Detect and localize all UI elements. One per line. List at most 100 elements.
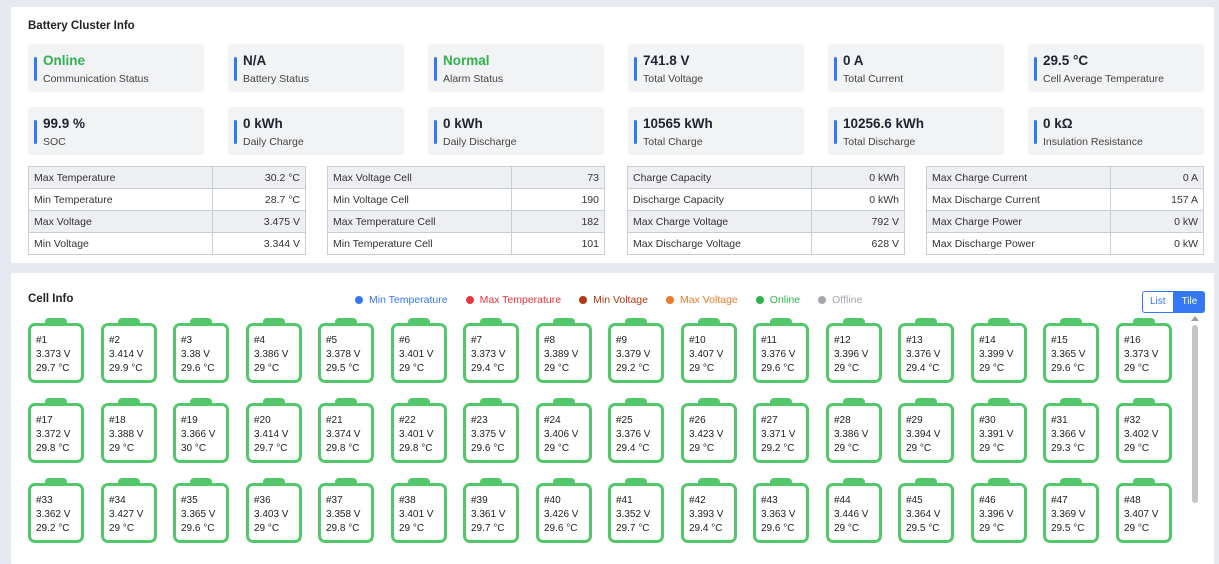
table-label: Max Voltage <box>28 210 213 233</box>
cell-number: #16 <box>1124 335 1141 346</box>
battery-cell-tile[interactable]: #40 3.426 V 29.6 °C <box>536 478 592 543</box>
stat-accent-bar <box>634 57 637 81</box>
table-row: Max Temperature 30.2 °C <box>28 166 306 189</box>
battery-cell-tile[interactable]: #44 3.446 V 29 °C <box>826 478 882 543</box>
stat-accent-bar <box>634 120 637 144</box>
table-label: Max Charge Voltage <box>627 210 812 233</box>
cell-number: #8 <box>544 335 556 346</box>
battery-cell-tile[interactable]: #21 3.374 V 29.8 °C <box>318 398 374 463</box>
table-label: Charge Capacity <box>627 166 812 189</box>
battery-terminal-icon <box>190 478 212 484</box>
battery-cell-tile[interactable]: #35 3.365 V 29.6 °C <box>173 478 229 543</box>
battery-cell-tile[interactable]: #6 3.401 V 29 °C <box>391 318 447 383</box>
cell-number: #15 <box>1051 335 1068 346</box>
stat-label: Alarm Status <box>443 73 504 85</box>
table-value: 0 kW <box>1110 232 1204 255</box>
battery-cell-tile[interactable]: #23 3.375 V 29.6 °C <box>463 398 519 463</box>
battery-cell-tile[interactable]: #29 3.394 V 29 °C <box>898 398 954 463</box>
battery-cell-tile[interactable]: #31 3.366 V 29.3 °C <box>1043 398 1099 463</box>
battery-cell-tile[interactable]: #4 3.386 V 29 °C <box>246 318 302 383</box>
scrollbar-thumb[interactable] <box>1192 325 1198 503</box>
table-label: Max Discharge Current <box>926 188 1111 211</box>
battery-cell-tile[interactable]: #14 3.399 V 29 °C <box>971 318 1027 383</box>
cell-temperature: 29.6 °C <box>761 523 795 534</box>
battery-cell-tile[interactable]: #13 3.376 V 29.4 °C <box>898 318 954 383</box>
battery-cell-tile[interactable]: #32 3.402 V 29 °C <box>1116 398 1172 463</box>
stat-label: Daily Charge <box>243 136 304 148</box>
battery-cell-tile[interactable]: #26 3.423 V 29 °C <box>681 398 737 463</box>
scroll-up-arrow-icon[interactable] <box>1191 316 1199 321</box>
stat-accent-bar <box>1034 57 1037 81</box>
battery-terminal-icon <box>45 398 67 404</box>
battery-cell-tile[interactable]: #2 3.414 V 29.9 °C <box>101 318 157 383</box>
cell-temperature: 29.6 °C <box>544 523 578 534</box>
table-value: 628 V <box>811 232 905 255</box>
battery-terminal-icon <box>553 318 575 324</box>
cell-number: #14 <box>979 335 996 346</box>
battery-cell-tile[interactable]: #33 3.362 V 29.2 °C <box>28 478 84 543</box>
battery-cell-tile[interactable]: #9 3.379 V 29.2 °C <box>608 318 664 383</box>
battery-terminal-icon <box>408 318 430 324</box>
cell-voltage: 3.414 V <box>109 349 144 360</box>
stat-accent-bar <box>34 120 37 144</box>
battery-cell-tile[interactable]: #15 3.365 V 29.6 °C <box>1043 318 1099 383</box>
cell-info-title: Cell Info <box>28 293 74 305</box>
battery-cell-tile[interactable]: #7 3.373 V 29.4 °C <box>463 318 519 383</box>
cell-number: #45 <box>906 495 923 506</box>
battery-terminal-icon <box>1133 318 1155 324</box>
battery-terminal-icon <box>698 318 720 324</box>
battery-cell-tile[interactable]: #30 3.391 V 29 °C <box>971 398 1027 463</box>
cell-temperature: 29.6 °C <box>181 523 215 534</box>
battery-cell-tile[interactable]: #39 3.361 V 29.7 °C <box>463 478 519 543</box>
battery-cell-tile[interactable]: #48 3.407 V 29 °C <box>1116 478 1172 543</box>
battery-cell-tile[interactable]: #37 3.358 V 29.8 °C <box>318 478 374 543</box>
battery-cell-tile[interactable]: #42 3.393 V 29.4 °C <box>681 478 737 543</box>
battery-cell-tile[interactable]: #3 3.38 V 29.6 °C <box>173 318 229 383</box>
battery-cell-tile[interactable]: #16 3.373 V 29 °C <box>1116 318 1172 383</box>
cell-temperature: 29 °C <box>399 523 425 534</box>
battery-cell-tile[interactable]: #22 3.401 V 29.8 °C <box>391 398 447 463</box>
cell-temperature: 29 °C <box>834 363 860 374</box>
battery-cell-tile[interactable]: #27 3.371 V 29.2 °C <box>753 398 809 463</box>
battery-terminal-icon <box>118 398 140 404</box>
battery-cell-tile[interactable]: #8 3.389 V 29 °C <box>536 318 592 383</box>
cell-number: #33 <box>36 495 53 506</box>
battery-cell-tile[interactable]: #5 3.378 V 29.5 °C <box>318 318 374 383</box>
battery-cell-tile[interactable]: #19 3.366 V 30 °C <box>173 398 229 463</box>
battery-cell-tile[interactable]: #17 3.372 V 29.8 °C <box>28 398 84 463</box>
battery-cell-tile[interactable]: #20 3.414 V 29.7 °C <box>246 398 302 463</box>
cell-temperature: 29.5 °C <box>906 523 940 534</box>
battery-cell-tile[interactable]: #1 3.373 V 29.7 °C <box>28 318 84 383</box>
stat-card: N/A Battery Status <box>228 44 404 92</box>
tile-view-button[interactable]: Tile <box>1173 291 1206 313</box>
battery-cell-tile[interactable]: #24 3.406 V 29 °C <box>536 398 592 463</box>
battery-cell-tile[interactable]: #34 3.427 V 29 °C <box>101 478 157 543</box>
battery-cell-tile[interactable]: #45 3.364 V 29.5 °C <box>898 478 954 543</box>
battery-cell-tile[interactable]: #12 3.396 V 29 °C <box>826 318 882 383</box>
battery-cell-tile[interactable]: #28 3.386 V 29 °C <box>826 398 882 463</box>
cell-temperature: 29.8 °C <box>326 523 360 534</box>
battery-cell-tile[interactable]: #18 3.388 V 29 °C <box>101 398 157 463</box>
battery-cell-tile[interactable]: #47 3.369 V 29.5 °C <box>1043 478 1099 543</box>
battery-cell-tile[interactable]: #38 3.401 V 29 °C <box>391 478 447 543</box>
battery-terminal-icon <box>625 318 647 324</box>
stat-value: 99.9 % <box>43 116 86 131</box>
legend-item: Min Temperature <box>355 294 448 306</box>
cell-temperature: 29 °C <box>1124 443 1150 454</box>
battery-cell-tile[interactable]: #41 3.352 V 29.7 °C <box>608 478 664 543</box>
table-row: Min Temperature Cell 101 <box>327 232 605 255</box>
battery-cell-tile[interactable]: #10 3.407 V 29 °C <box>681 318 737 383</box>
cell-temperature: 29.2 °C <box>616 363 650 374</box>
battery-cell-tile[interactable]: #25 3.376 V 29.4 °C <box>608 398 664 463</box>
cell-voltage: 3.363 V <box>761 509 796 520</box>
battery-cell-tile[interactable]: #36 3.403 V 29 °C <box>246 478 302 543</box>
battery-cell-tile[interactable]: #43 3.363 V 29.6 °C <box>753 478 809 543</box>
list-view-button[interactable]: List <box>1142 291 1174 313</box>
cell-temperature: 29.8 °C <box>36 443 70 454</box>
battery-cell-tile[interactable]: #46 3.396 V 29 °C <box>971 478 1027 543</box>
stat-accent-bar <box>34 57 37 81</box>
stat-accent-bar <box>834 57 837 81</box>
cell-number: #1 <box>36 335 48 346</box>
stat-card: 741.8 V Total Voltage <box>628 44 804 92</box>
battery-cell-tile[interactable]: #11 3.376 V 29.6 °C <box>753 318 809 383</box>
